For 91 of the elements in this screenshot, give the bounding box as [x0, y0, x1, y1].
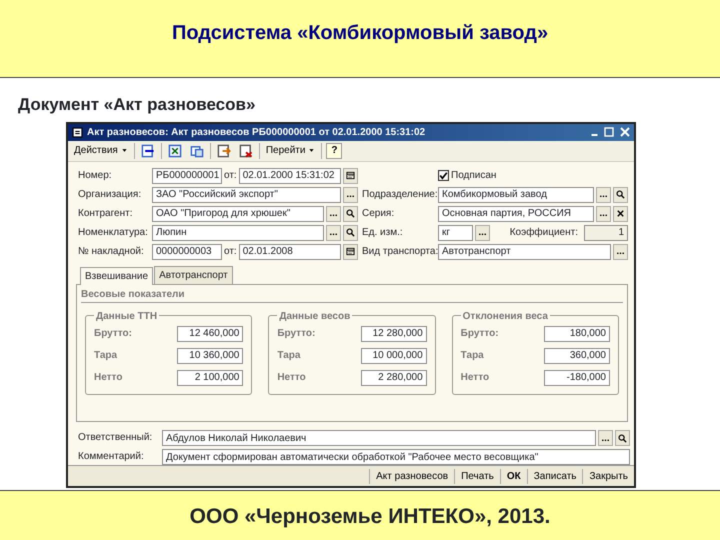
select-button[interactable] — [596, 206, 611, 222]
number-field[interactable]: 180,000 — [544, 326, 610, 342]
slide-subtitle: Документ «Акт разновесов» — [18, 95, 256, 114]
toolbar-button[interactable] — [236, 144, 255, 158]
field-label: от: — [224, 244, 237, 258]
text-field[interactable]: Люпин — [152, 224, 324, 240]
number-field[interactable]: 12 460,000 — [177, 326, 244, 342]
search-icon — [618, 434, 627, 443]
text-field[interactable]: ЗАО "Российский экспорт" — [152, 186, 341, 202]
select-button[interactable] — [613, 244, 628, 260]
field-label: Брутто: — [460, 327, 499, 341]
field-label: Тара — [277, 349, 300, 363]
close-icon — [620, 127, 630, 138]
field-label: Контрагент: — [78, 206, 134, 220]
calendar-icon — [346, 171, 355, 180]
number-field[interactable]: 10 360,000 — [177, 348, 244, 364]
action-button[interactable]: Записать — [526, 468, 582, 484]
tab[interactable]: Автотранспорт — [154, 266, 233, 284]
number-field[interactable]: 1 — [584, 224, 628, 240]
field-label: Брутто: — [277, 327, 316, 341]
window-title: Акт разновесов: Акт разновесов РБ000000001 от 02.01.2000 15:31:02 — [87, 126, 426, 140]
footer-text: ООО «Черноземье ИНТЕКО», 2013. — [188, 504, 550, 530]
search-button[interactable] — [613, 186, 628, 202]
field-label: Брутто: — [94, 327, 132, 341]
minimize-icon — [591, 134, 598, 136]
caret-icon — [308, 147, 316, 154]
field-label: Организация: — [78, 188, 142, 202]
search-icon — [346, 228, 355, 237]
calendar-button[interactable] — [343, 168, 358, 184]
number-field[interactable]: 360,000 — [544, 348, 610, 364]
action-button[interactable]: Закрыть — [582, 468, 634, 484]
text-field[interactable]: Основная партия, РОССИЯ — [438, 206, 594, 222]
field-label: Ответственный: — [78, 431, 154, 446]
toolbar-button[interactable] — [214, 144, 233, 158]
number-field[interactable]: -180,000 — [544, 370, 610, 386]
field-label: Номенклатура: — [78, 226, 148, 240]
field-label: от: — [224, 168, 237, 182]
field-label: № накладной: — [78, 244, 145, 258]
calendar-icon — [346, 247, 355, 256]
field-label: Комментарий: — [78, 450, 145, 464]
field-label: Нетто — [94, 371, 122, 385]
toolbar-button[interactable] — [166, 144, 184, 158]
search-icon — [346, 209, 355, 218]
section-title: Весовые показатели — [81, 286, 623, 302]
menu-button[interactable]: Действия — [72, 143, 130, 158]
text-field[interactable]: 0000000003 — [152, 244, 222, 260]
field-label: Номер: — [78, 168, 113, 182]
calendar-button[interactable] — [343, 244, 358, 260]
field-label: Нетто — [460, 371, 490, 385]
text-field[interactable]: Автотранспорт — [438, 244, 611, 260]
field-label: Серия: — [362, 206, 396, 220]
number-field[interactable]: 2 280,000 — [360, 370, 427, 386]
search-button[interactable] — [615, 430, 630, 446]
select-button[interactable] — [343, 186, 358, 202]
clear-button[interactable] — [613, 206, 628, 222]
tab[interactable]: Взвешивание — [80, 266, 154, 284]
maximize-icon — [604, 127, 614, 138]
field-label: Тара — [94, 349, 118, 363]
signed-checkbox[interactable]: Подписан — [438, 168, 496, 183]
action-button[interactable]: Акт разновесов — [369, 468, 454, 484]
text-field[interactable]: РБ000000001 — [152, 168, 222, 184]
select-button[interactable] — [474, 224, 490, 240]
ok-button[interactable]: ОК — [500, 468, 527, 484]
number-field[interactable]: 2 100,000 — [177, 370, 244, 386]
text-field[interactable]: Абдулов Николай Николаевич — [162, 430, 596, 446]
action-button[interactable]: Печать — [454, 468, 500, 484]
field-label: Нетто — [277, 371, 306, 385]
text-field[interactable]: кг — [438, 224, 473, 240]
text-field[interactable]: Комбикормовый завод — [438, 186, 594, 202]
toolbar-button[interactable] — [188, 144, 206, 158]
help-button[interactable]: ? — [326, 142, 342, 159]
select-button[interactable] — [598, 430, 613, 446]
field-label: Тара — [460, 349, 484, 363]
close-icon — [616, 209, 625, 218]
select-button[interactable] — [596, 186, 611, 202]
number-field[interactable]: 12 280,000 — [360, 326, 427, 342]
search-icon — [616, 190, 625, 199]
field-label: Ед. изм.: — [362, 226, 404, 240]
menu-button[interactable]: Перейти — [264, 143, 318, 158]
slide-title: Подсистема «Комбикормовый завод» — [172, 20, 548, 46]
number-field[interactable]: 10 000,000 — [360, 348, 427, 364]
search-button[interactable] — [343, 224, 358, 240]
field-label: Коэффициент: — [510, 226, 578, 240]
select-button[interactable] — [326, 206, 341, 222]
text-field[interactable]: Документ сформирован автоматически обработкой "Рабочее место весовщика" — [162, 449, 630, 466]
caret-icon — [120, 147, 128, 154]
date-field[interactable]: 02.01.2000 15:31:02 — [238, 168, 341, 184]
text-field[interactable]: ОАО "Пригород для хрюшек" — [152, 206, 324, 222]
select-button[interactable] — [326, 224, 341, 240]
search-button[interactable] — [343, 206, 358, 222]
date-field[interactable]: 02.01.2008 — [238, 244, 341, 260]
